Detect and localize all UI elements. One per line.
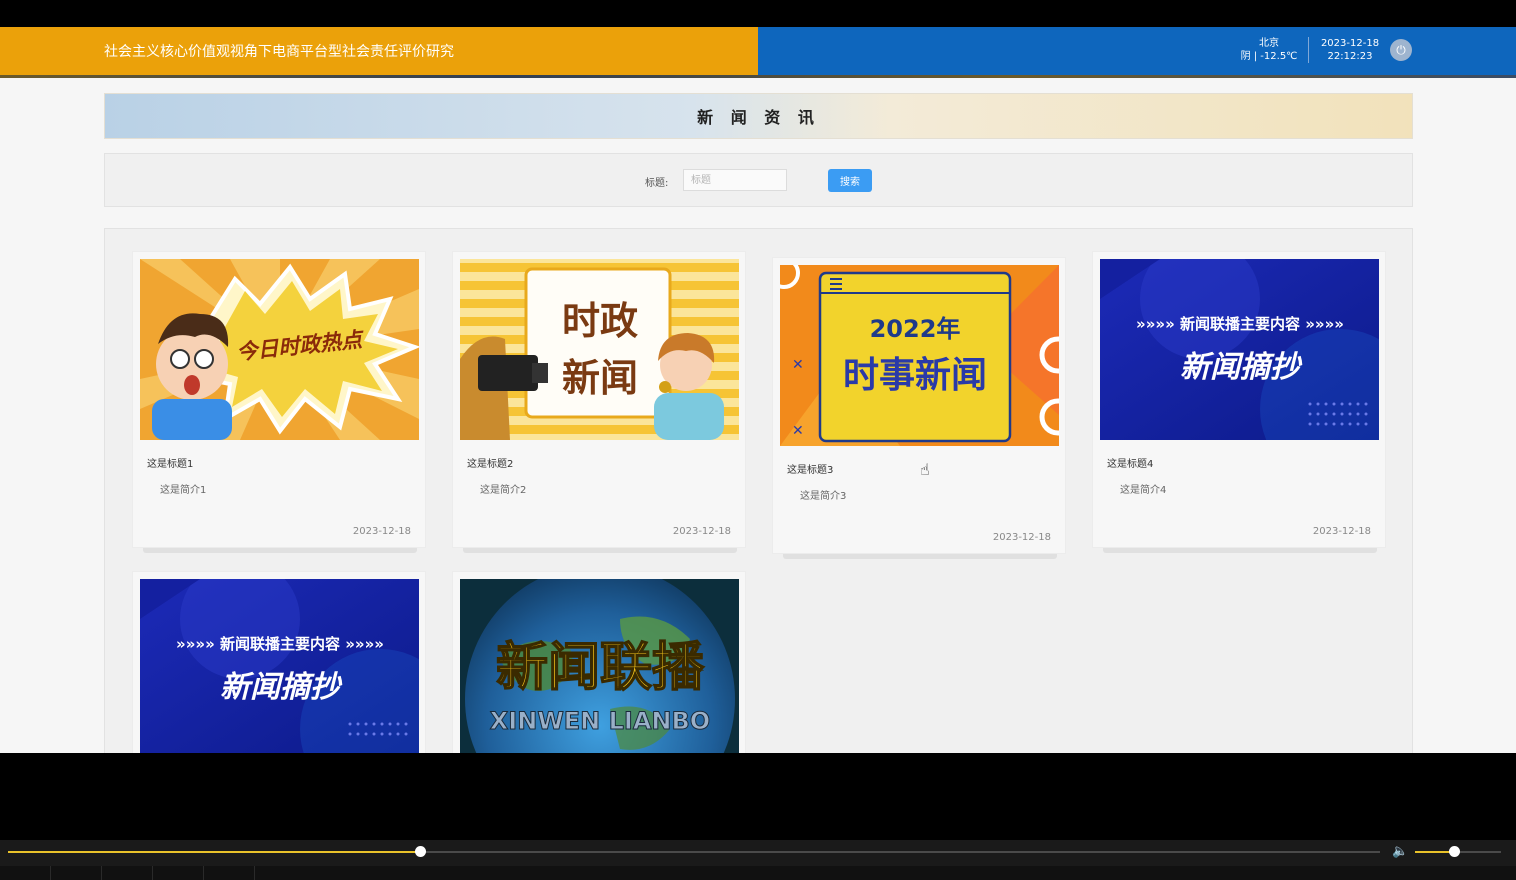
thumb-text-1: 2022年 <box>870 315 961 343</box>
header-title-area: 社会主义核心价值观视角下电商平台型社会责任评价研究 <box>0 27 758 75</box>
volume-slider[interactable] <box>1415 846 1501 857</box>
news-title[interactable]: 这是标题3 <box>787 461 833 476</box>
search-button[interactable]: 搜索 <box>828 169 872 192</box>
news-card[interactable]: 今日时政热点 这是标题1 这是简介1 2023-12-18 <box>132 251 426 553</box>
news-card[interactable]: 2022年 时事新闻 ✕ ✕ 这是标题3 这是简介3 2023-12-18 <box>772 257 1066 559</box>
thumb-text-2: 新闻摘抄 <box>1180 350 1303 385</box>
volume-handle[interactable] <box>1448 846 1460 857</box>
card-shadow <box>1103 548 1377 553</box>
strip-cell <box>51 866 102 880</box>
news-card[interactable]: 时政 新闻 这是标题2 这是简介2 2023-12-18 <box>452 251 746 553</box>
news-thumbnail[interactable]: 新闻联播 XINWEN LIANBO <box>460 579 739 753</box>
bottom-strip <box>0 866 1516 880</box>
search-label: 标题: <box>645 178 669 189</box>
site-header: 社会主义核心价值观视角下电商平台型社会责任评价研究 北京 阴 | -12.5℃ … <box>0 27 1516 77</box>
video-letterbox <box>0 753 1516 840</box>
news-card[interactable]: »»»» 新闻联播主要内容 »»»» 新闻摘抄 <box>132 571 426 753</box>
news-card[interactable]: 新闻联播 XINWEN LIANBO <box>452 571 746 753</box>
svg-text:✕: ✕ <box>792 357 804 373</box>
weather-desc: 阴 | -12.5℃ <box>1240 51 1298 62</box>
card-shadow <box>783 554 1057 559</box>
news-title[interactable]: 这是标题4 <box>1107 455 1153 470</box>
news-app: 社会主义核心价值观视角下电商平台型社会责任评价研究 北京 阴 | -12.5℃ … <box>0 27 1516 753</box>
svg-text:✕: ✕ <box>792 423 804 439</box>
news-thumbnail[interactable]: 2022年 时事新闻 ✕ ✕ <box>780 265 1059 446</box>
weather-city: 北京 <box>1259 38 1279 49</box>
weather-widget: 北京 阴 | -12.5℃ <box>1228 37 1310 63</box>
news-summary: 这是简介2 <box>480 485 527 496</box>
thumb-text-2: 时事新闻 <box>843 355 987 396</box>
thumb-text-2: 新闻摘抄 <box>220 670 343 705</box>
mouse-cursor: ☝ <box>920 460 930 479</box>
strip-cell <box>0 866 51 880</box>
card-shadow <box>463 548 737 553</box>
top-black-bar <box>0 0 1516 27</box>
thumb-text-1: 新闻联播 <box>496 638 705 698</box>
news-summary: 这是简介4 <box>1120 485 1167 496</box>
news-date: 2023-12-18 <box>1312 526 1371 537</box>
news-title[interactable]: 这是标题2 <box>467 455 513 470</box>
news-title[interactable]: 这是标题1 <box>147 455 193 470</box>
card-shadow <box>143 548 417 553</box>
news-date: 2023-12-18 <box>352 526 411 537</box>
news-summary: 这是简介1 <box>160 485 207 496</box>
progress-fill <box>8 851 420 853</box>
news-date: 2023-12-18 <box>672 526 731 537</box>
news-thumbnail[interactable]: »»»» 新闻联播主要内容 »»»» 新闻摘抄 <box>140 579 419 753</box>
news-date: 2023-12-18 <box>992 532 1051 543</box>
power-icon[interactable]: ⏻ <box>1390 39 1412 61</box>
news-summary: 这是简介3 <box>800 491 847 502</box>
datetime-widget: 2023-12-18 22:12:23 <box>1312 37 1388 63</box>
strip-cell <box>204 866 255 880</box>
thumb-text-2: 新闻 <box>562 356 638 400</box>
news-grid: 今日时政热点 这是标题1 这是简介1 2023-12-18 时政 新闻 这是标题… <box>104 228 1413 753</box>
progress-slider[interactable] <box>8 846 1380 857</box>
news-thumbnail[interactable]: 今日时政热点 <box>140 259 419 440</box>
news-thumbnail[interactable]: »»»» 新闻联播主要内容 »»»» 新闻摘抄 <box>1100 259 1379 440</box>
thumb-text-1: »»»» 新闻联播主要内容 »»»» <box>1136 315 1344 333</box>
progress-handle[interactable] <box>414 846 426 857</box>
header-decor-strip <box>0 75 1516 78</box>
page-title-band: 新 闻 资 讯 <box>104 93 1413 139</box>
volume-icon[interactable]: 🔈 <box>1392 844 1408 859</box>
strip-cell <box>153 866 204 880</box>
news-card[interactable]: »»»» 新闻联播主要内容 »»»» 新闻摘抄 这是标题4 这是简介4 2023… <box>1092 251 1386 553</box>
header-divider <box>1308 37 1309 63</box>
current-date: 2023-12-18 <box>1320 38 1380 49</box>
header-info-area: 北京 阴 | -12.5℃ 2023-12-18 22:12:23 ⏻ <box>758 27 1516 75</box>
strip-cell <box>102 866 153 880</box>
thumb-text-2: XINWEN LIANBO <box>490 707 710 735</box>
current-time: 22:12:23 <box>1327 51 1373 62</box>
page-title: 新 闻 资 讯 <box>697 108 820 127</box>
title-search-input[interactable] <box>683 169 787 191</box>
thumb-text-1: 时政 <box>562 299 638 343</box>
site-title: 社会主义核心价值观视角下电商平台型社会责任评价研究 <box>104 44 454 60</box>
volume-fill <box>1415 851 1454 853</box>
thumb-text-1: »»»» 新闻联播主要内容 »»»» <box>176 635 384 653</box>
news-thumbnail[interactable]: 时政 新闻 <box>460 259 739 440</box>
search-panel: 标题: 搜索 <box>104 153 1413 207</box>
